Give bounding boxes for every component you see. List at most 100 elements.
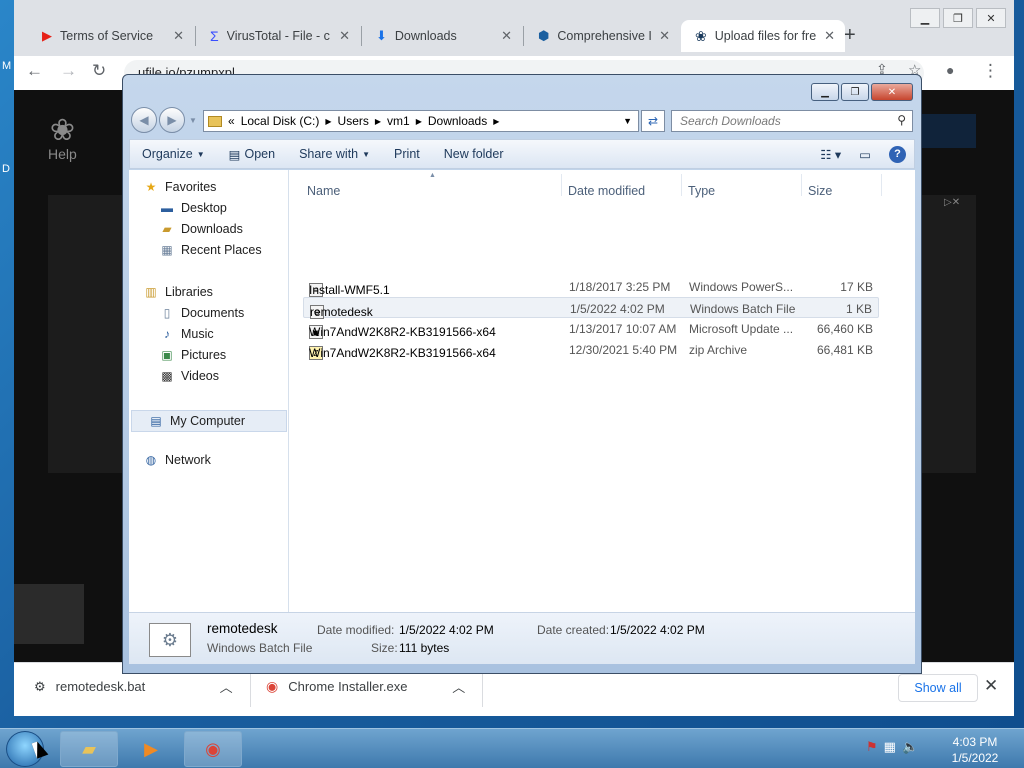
nav-network[interactable]: ◍ Network (143, 453, 211, 467)
breadcrumb-overflow[interactable]: « (228, 114, 235, 128)
address-dropdown-icon[interactable]: ▼ (623, 116, 638, 126)
print-label: Print (394, 147, 420, 161)
view-options-icon[interactable]: ☷ ▾ (820, 147, 841, 162)
help-icon[interactable]: ? (889, 145, 906, 163)
new-folder-label: New folder (443, 147, 504, 161)
column-header-date-modified[interactable]: Date modified (568, 184, 645, 198)
file-row[interactable]: Z Win7AndW2K8R2-KB3191566-x64 12/30/2021 … (303, 339, 879, 360)
volume-icon[interactable]: 🔈 (902, 739, 918, 755)
forward-icon[interactable]: → (60, 61, 77, 81)
nav-favorites[interactable]: ★ Favorites (143, 180, 217, 194)
close-tab-icon[interactable]: ✕ (824, 28, 835, 44)
nav-videos[interactable]: ▩ Videos (159, 369, 219, 383)
close-button[interactable]: ✕ (976, 8, 1006, 28)
close-button[interactable]: ✕ (871, 83, 913, 101)
breadcrumb-users[interactable]: Users (338, 114, 369, 128)
network-icon[interactable]: ▦ (884, 739, 896, 755)
action-center-icon[interactable]: ⚑ (866, 739, 878, 755)
show-all-button[interactable]: Show all (898, 674, 978, 702)
close-tab-icon[interactable]: ✕ (501, 28, 512, 44)
location-icon: ⬢ (538, 28, 550, 43)
column-header-size[interactable]: Size (808, 184, 832, 198)
breadcrumb-vm1[interactable]: vm1 (387, 114, 410, 128)
tab-comprehensive-ip[interactable]: ⬢ Comprehensive IP ✕ (524, 20, 680, 52)
file-type: Microsoft Update ... (689, 322, 794, 336)
file-date: 1/13/2017 10:07 AM (569, 322, 677, 336)
nav-pictures[interactable]: ▣ Pictures (159, 348, 226, 362)
download-item-remotedesk[interactable]: ⚙ remotedesk.bat ︿ (34, 677, 233, 696)
column-header-type[interactable]: Type (688, 184, 715, 198)
nav-documents[interactable]: ▯ Documents (159, 306, 245, 320)
help-link[interactable]: ❀ Help (48, 116, 77, 163)
organize-button[interactable]: Organize ▼ (130, 147, 217, 161)
close-tab-icon[interactable]: ✕ (339, 28, 350, 44)
back-icon[interactable]: ← (26, 61, 43, 81)
explorer-window-controls: ▁ ❐ ✕ (811, 83, 913, 101)
dropdown-arrow-icon: ▼ (362, 149, 371, 159)
nav-label: Pictures (181, 348, 227, 362)
music-icon: ♪ (164, 327, 170, 341)
tab-upload-files[interactable]: ❀ Upload files for fre ✕ (681, 20, 845, 52)
history-dropdown-icon[interactable]: ▼ (187, 107, 199, 133)
profile-avatar-icon[interactable]: ● (946, 62, 954, 78)
breadcrumb-downloads[interactable]: Downloads (428, 114, 487, 128)
column-divider[interactable] (561, 174, 562, 196)
tab-downloads[interactable]: ⬇ Downloads ✕ (362, 20, 522, 52)
breadcrumb-local-disk[interactable]: Local Disk (C:) (241, 114, 320, 128)
clock-date: 1/5/2022 (951, 751, 999, 765)
breadcrumb-arrow-icon[interactable]: ▶ (325, 117, 331, 126)
nav-downloads[interactable]: ▰ Downloads (159, 222, 242, 236)
refresh-button[interactable]: ⇄ (641, 110, 665, 132)
close-shelf-icon[interactable]: ✕ (984, 676, 998, 696)
tab-title: Terms of Service (60, 29, 154, 43)
column-divider[interactable] (681, 174, 682, 196)
nav-music[interactable]: ♪ Music (159, 327, 214, 341)
back-icon[interactable]: ◀ (131, 107, 157, 133)
clock[interactable]: 4:03 PM 1/5/2022 (940, 734, 1010, 766)
minimize-button[interactable]: ▁ (910, 8, 940, 28)
new-folder-button[interactable]: New folder (432, 147, 516, 161)
nav-recent-places[interactable]: ▦ Recent Places (159, 243, 261, 257)
nav-my-computer[interactable]: ▤ My Computer (131, 410, 287, 432)
minimize-button[interactable]: ▁ (811, 83, 839, 101)
chevron-up-icon[interactable]: ︿ (220, 677, 233, 696)
maximize-button[interactable]: ❐ (943, 8, 973, 28)
reload-icon[interactable]: ↻ (92, 61, 106, 81)
file-row[interactable]: ≡ Install-WMF5.1 1/18/2017 3:25 PM Window… (303, 276, 879, 297)
open-button[interactable]: ▤ Open (217, 147, 287, 162)
taskbar-chrome[interactable]: ◉ (184, 731, 242, 767)
column-header-name[interactable]: Name (307, 184, 340, 198)
share-with-button[interactable]: Share with ▼ (287, 147, 382, 161)
ad-choices-icon[interactable]: ▷✕ (944, 197, 960, 208)
nav-libraries[interactable]: ▥ Libraries (143, 285, 213, 299)
file-row[interactable]: ▣ Win7AndW2K8R2-KB3191566-x64 1/13/2017 1… (303, 318, 879, 339)
breadcrumb-arrow-icon[interactable]: ▶ (375, 117, 381, 126)
taskbar-media-player[interactable]: ▶ (122, 731, 180, 767)
menu-kebab-icon[interactable]: ⋮ (982, 61, 999, 81)
tab-terms-of-service[interactable]: ▶ Terms of Service ✕ (28, 20, 194, 52)
breadcrumb-arrow-icon[interactable]: ▶ (416, 117, 422, 126)
new-tab-button[interactable]: + (844, 24, 856, 47)
search-icon[interactable]: ⚲ (897, 113, 906, 127)
taskbar-explorer[interactable]: ▰ (60, 731, 118, 767)
close-tab-icon[interactable]: ✕ (173, 28, 184, 44)
download-filename: Chrome Installer.exe (288, 679, 408, 694)
chevron-up-icon[interactable]: ︿ (452, 677, 465, 696)
nav-label: Desktop (181, 201, 227, 215)
download-item-chrome-installer[interactable]: ◉ Chrome Installer.exe ︿ (266, 677, 465, 696)
column-divider[interactable] (881, 174, 882, 196)
nav-label: My Computer (170, 414, 246, 428)
nav-desktop[interactable]: ▬ Desktop (159, 201, 227, 215)
file-row-selected[interactable]: ⚙ remotedesk 1/5/2022 4:02 PM Windows Bat… (303, 297, 879, 319)
maximize-button[interactable]: ❐ (841, 83, 869, 101)
tab-virustotal[interactable]: Σ VirusTotal - File - c ✕ (196, 20, 360, 52)
column-divider[interactable] (801, 174, 802, 196)
close-tab-icon[interactable]: ✕ (659, 28, 670, 44)
forward-icon[interactable]: ▶ (159, 107, 185, 133)
breadcrumb-arrow-icon[interactable]: ▶ (493, 117, 499, 126)
download-filename: remotedesk.bat (55, 679, 146, 694)
address-breadcrumb[interactable]: « Local Disk (C:) ▶ Users ▶ vm1 ▶ Downloads… (203, 110, 639, 132)
print-button[interactable]: Print (382, 147, 432, 161)
search-input[interactable]: Search Downloads ⚲ (671, 110, 913, 132)
preview-pane-icon[interactable]: ▭ (859, 147, 871, 162)
